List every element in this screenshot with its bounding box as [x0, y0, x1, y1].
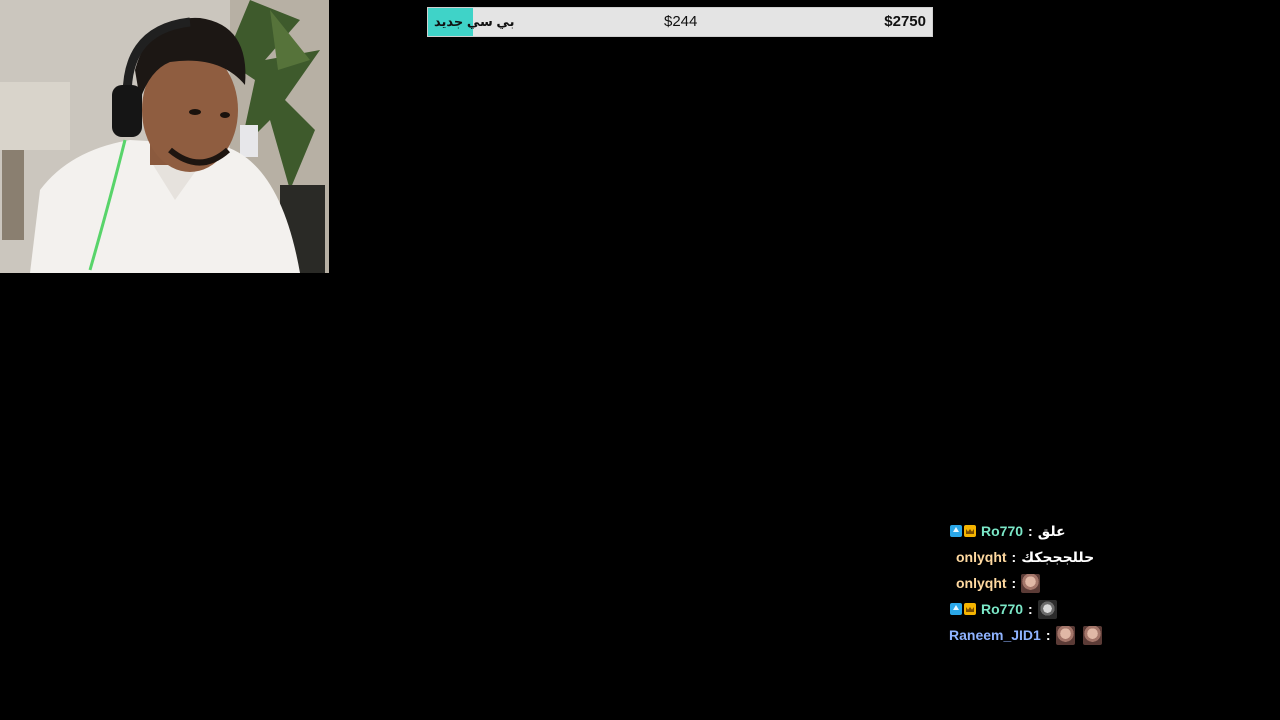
chat-separator: :: [1011, 549, 1017, 565]
arrow-badge-icon: [950, 525, 962, 537]
chat-message: Ro770: علق: [944, 518, 1264, 544]
stream-overlay: بي سي جديد $244 $2750 Ro770: علق onlyqht: ح…: [0, 0, 1280, 720]
chat-message-text: علق: [1037, 522, 1066, 539]
chat-separator: :: [1011, 575, 1017, 591]
goal-target-amount: $2750: [884, 13, 926, 30]
donation-goal-bar: بي سي جديد $244 $2750: [427, 7, 933, 37]
arrow-badge-icon: [950, 603, 962, 615]
goal-current-amount: $244: [664, 13, 698, 30]
chat-username[interactable]: onlyqht: [956, 549, 1007, 565]
chat-message: onlyqht: حللجججكك: [944, 544, 1264, 570]
chat-message-text: حللجججكك: [1021, 548, 1095, 565]
goal-title: بي سي جديد: [434, 14, 515, 29]
chat-separator: :: [1028, 523, 1033, 539]
chat-message: Raneem_JID1:: [944, 622, 1264, 648]
chat-separator: :: [1045, 627, 1051, 643]
webcam-feed: [0, 0, 329, 273]
chat-separator: :: [1028, 601, 1033, 617]
chat-username[interactable]: onlyqht: [956, 575, 1007, 591]
face-emote-icon: [1021, 573, 1041, 593]
crown-badge-icon: [964, 603, 976, 615]
face-emote-icon: [1055, 625, 1075, 645]
chat-message: Ro770:: [944, 596, 1264, 622]
chat-username[interactable]: Raneem_JID1: [949, 627, 1041, 643]
chat-message: onlyqht:: [944, 570, 1264, 596]
mono-face-emote-icon: [1037, 599, 1057, 619]
webcam-image: [0, 0, 329, 273]
face-emote-icon: [1082, 625, 1102, 645]
chat-username[interactable]: Ro770: [981, 523, 1023, 539]
crown-badge-icon: [964, 525, 976, 537]
chat-overlay: Ro770: علق onlyqht: حللجججكك onlyqht: Ro770: R…: [944, 518, 1264, 648]
chat-username[interactable]: Ro770: [981, 601, 1023, 617]
